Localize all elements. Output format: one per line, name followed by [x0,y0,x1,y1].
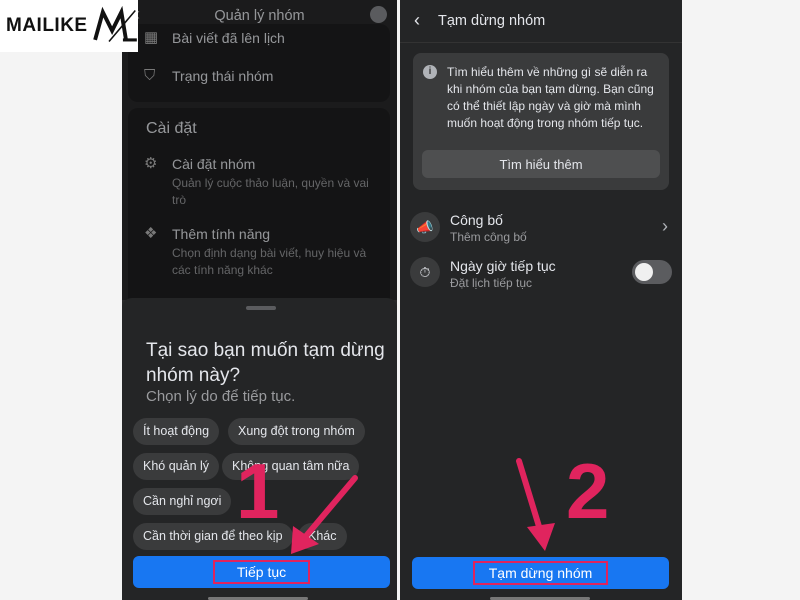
dim-overlay [122,0,397,300]
pause-info-text: Tìm hiểu thêm về những gì sẽ diễn ra khi… [447,65,654,130]
stopwatch-icon: ⏱ [410,257,440,287]
toggle-knob [635,263,653,281]
reason-chip[interactable]: Khó quản lý [133,453,220,480]
reason-chip[interactable]: Ít hoạt động [133,418,220,445]
info-icon: i [423,65,437,79]
chevron-right-icon: › [662,216,668,236]
reason-chip[interactable]: Xung đột trong nhóm [228,418,365,445]
right-header: ‹ Tạm dừng nhóm [400,0,682,43]
right-header-title: Tạm dừng nhóm [438,13,546,29]
sheet-handle[interactable] [246,306,276,310]
pause-group-button[interactable]: Tạm dừng nhóm [412,557,669,589]
sheet-subtitle: Chọn lý do để tiếp tục. [146,388,296,405]
resume-time-toggle[interactable] [632,260,672,284]
ml-logo-mark [92,5,137,42]
sheet-title: Tại sao bạn muốn tạm dừng nhóm này? [146,340,385,386]
resume-time-subtitle: Đặt lịch tiếp tục [450,276,533,290]
mailike-logo: MAILIKE [0,0,138,52]
red-arrow-1 [291,475,358,554]
resume-time-title: Ngày giờ tiếp tục [450,258,556,274]
step-number-1: 1 [236,447,280,535]
back-icon[interactable]: ‹ [414,10,420,31]
announcement-title: Công bố [450,212,503,228]
continue-button-label: Tiếp tục [212,560,311,584]
pause-group-button-label: Tạm dừng nhóm [472,561,609,585]
announcement-subtitle: Thêm công bố [450,230,527,244]
megaphone-icon: 📣 [410,212,440,242]
pause-info-card: i Tìm hiểu thêm về những gì sẽ diễn ra k… [413,53,669,190]
reason-chip[interactable]: Cần nghỉ ngơi [133,488,232,515]
step-number-2: 2 [566,447,610,535]
continue-button[interactable]: Tiếp tục [133,556,390,588]
learn-more-button[interactable]: Tìm hiểu thêm [422,150,660,178]
red-arrow-2 [516,458,555,551]
logo-text: MAILIKE [6,15,88,36]
